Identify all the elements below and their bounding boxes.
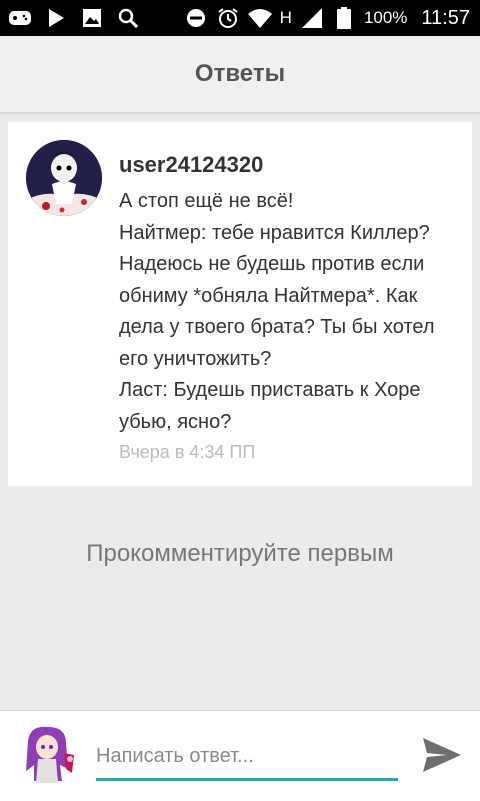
comment-line: обниму *обняла Найтмера*. Как <box>119 284 418 307</box>
comment-line: убью, ясно? <box>119 410 232 433</box>
alarm-icon <box>216 6 240 30</box>
gamepad-icon <box>8 6 32 30</box>
status-bar: H 100% 11:57 <box>0 0 480 36</box>
page-title: Ответы <box>194 60 286 87</box>
battery-icon <box>332 6 356 30</box>
send-icon <box>421 736 463 779</box>
gallery-icon <box>80 6 104 30</box>
dnd-icon <box>184 6 208 30</box>
comment-card: user24124320 А стоп ещё не всё! Найтмер:… <box>8 122 472 486</box>
wifi-icon <box>247 6 272 30</box>
comment-line: Найтмер: тебе нравится Киллер? <box>119 221 430 244</box>
reply-input[interactable] <box>96 741 398 781</box>
avatar[interactable] <box>26 140 102 216</box>
comment-username[interactable]: user24124320 <box>119 152 263 178</box>
comment-line: Ласт: Будешь приставать к Хоре <box>119 379 421 401</box>
status-bar-left <box>8 6 140 30</box>
comment-line: его уничтожить? <box>119 347 272 370</box>
comment-text: А стоп ещё не всё! Найтмер: тебе нравитс… <box>119 186 464 438</box>
network-type: H <box>279 8 292 27</box>
app-bar: Ответы <box>0 36 480 114</box>
comment-line: Надеюсь не будешь против если <box>119 253 425 275</box>
play-store-icon <box>44 6 68 30</box>
reply-bar <box>0 710 480 801</box>
send-button[interactable] <box>418 733 466 781</box>
status-bar-right: H 100% 11:57 <box>184 6 470 30</box>
comment-timestamp: Вчера в 4:34 ПП <box>119 442 256 462</box>
comment-line: А стоп ещё не всё! <box>119 190 294 212</box>
signal-icon <box>300 6 324 30</box>
comment-line: дела у твоего брата? Ты бы хотел <box>119 316 435 338</box>
clock: 11:57 <box>421 6 470 29</box>
search-icon <box>116 6 140 30</box>
empty-state-message: Прокомментируйте первым <box>86 540 394 567</box>
battery-level: 100% <box>363 8 408 27</box>
current-user-avatar <box>20 725 78 787</box>
